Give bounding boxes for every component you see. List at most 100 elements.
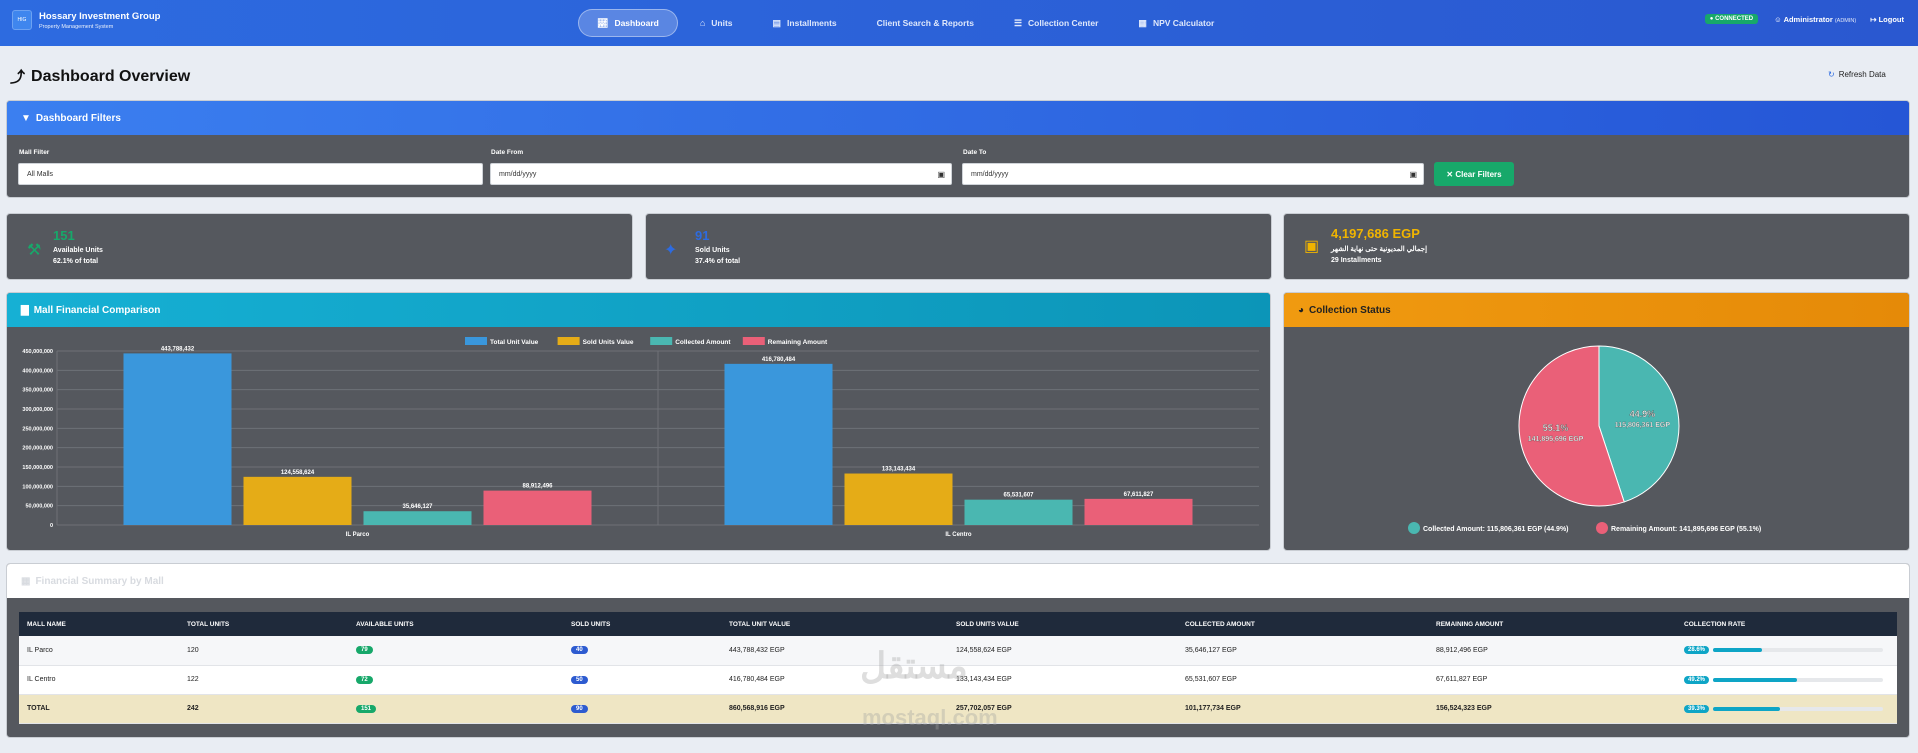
col-remaining-amount[interactable]: REMAINING AMOUNT	[1428, 612, 1676, 636]
date-from-placeholder: mm/dd/yyyy	[499, 170, 537, 178]
y-tick-label: 0	[50, 523, 53, 529]
col-available-units[interactable]: AVAILABLE UNITS	[348, 612, 563, 636]
date-from-input[interactable]: mm/dd/yyyy ▣	[490, 163, 952, 185]
slice-amount-label: 115,806,361 EGP	[1615, 422, 1671, 429]
rate-progress-fill	[1713, 648, 1762, 653]
tab-dashboard[interactable]: 📈︎ Dashboard	[578, 9, 678, 37]
sold-badge: 40	[571, 646, 588, 655]
connection-status-text: CONNECTED	[1715, 16, 1754, 22]
table-icon: ▦	[21, 575, 31, 587]
legend-label: Remaining Amount	[768, 339, 828, 346]
legend-swatch	[1408, 522, 1420, 534]
logout-button[interactable]: ↦ Logout	[1870, 15, 1904, 24]
collection-rate-cell: 28.6%	[1676, 636, 1897, 666]
bar	[724, 363, 833, 525]
table-header-row: MALL NAME TOTAL UNITS AVAILABLE UNITS SO…	[19, 612, 1897, 636]
bar	[123, 353, 232, 525]
tab-label: NPV Calculator	[1152, 18, 1215, 28]
legend-swatch	[650, 337, 673, 345]
available-units-cell: 79	[348, 636, 563, 666]
sold-units-value-cell: 124,558,624 EGP	[948, 636, 1177, 666]
col-sold-units-value[interactable]: SOLD UNITS VALUE	[948, 612, 1177, 636]
bar	[964, 499, 1073, 525]
brand[interactable]: HIG Hossary Investment Group Property Ma…	[12, 10, 160, 30]
tab-units[interactable]: ⌂ Units	[682, 9, 751, 37]
top-navbar: HIG Hossary Investment Group Property Ma…	[0, 0, 1918, 46]
tab-installments[interactable]: ▤ Installments	[755, 9, 855, 37]
stat-label: Available Units	[53, 247, 103, 254]
user-icon: ☺	[1774, 14, 1784, 24]
stat-label: Sold Units	[695, 247, 730, 254]
mall-comparison-header: ▇ Mall Financial Comparison	[7, 293, 1270, 327]
collected-amount-cell: 65,531,607 EGP	[1177, 665, 1428, 695]
refresh-data-button[interactable]: ↻ Refresh Data	[1828, 70, 1886, 79]
y-tick-label: 200,000,000	[22, 446, 53, 452]
user-role: (ADMIN)	[1834, 17, 1857, 24]
stat-label: إجمالي المديونية حتى نهاية الشهر	[1331, 246, 1428, 253]
y-tick-label: 100,000,000	[22, 484, 53, 490]
tab-label: Collection Center	[1028, 18, 1099, 28]
bar-data-label: 124,558,624	[281, 470, 315, 476]
sold-units-value-cell: 133,143,434 EGP	[948, 665, 1177, 695]
legend-item: Remaining Amount	[742, 337, 828, 346]
mall-filter-select[interactable]: All Malls	[18, 163, 483, 185]
mall-filter-label: Mall Filter	[19, 149, 50, 156]
legend-label: Remaining Amount: 141,895,696 EGP (55.1%…	[1611, 526, 1761, 533]
home-icon: ⌂	[699, 18, 706, 28]
mall-filter-value: All Malls	[27, 170, 54, 178]
brand-subtitle: Property Management System	[39, 23, 114, 30]
refresh-label: Refresh Data	[1838, 70, 1886, 79]
tab-npv-calculator[interactable]: ▦ NPV Calculator	[1120, 9, 1232, 37]
refresh-icon: ↻	[1828, 70, 1835, 79]
calendar-icon[interactable]: ▣	[1409, 170, 1417, 179]
col-sold-units[interactable]: SOLD UNITS	[563, 612, 721, 636]
x-tick-label: IL Centro	[945, 532, 972, 538]
col-collected-amount[interactable]: COLLECTED AMOUNT	[1177, 612, 1428, 636]
bar-data-label: 65,531,607	[1003, 493, 1034, 499]
col-total-unit-value[interactable]: TOTAL UNIT VALUE	[721, 612, 948, 636]
nav-tabs: 📈︎ Dashboard ⌂ Units ▤ Installments Client …	[578, 9, 1236, 37]
legend-label: Collected Amount: 115,806,361 EGP (44.9%…	[1423, 526, 1569, 533]
collected-amount-cell: 101,177,734 EGP	[1177, 694, 1428, 724]
bar	[844, 473, 953, 525]
legend-item: Sold Units Value	[557, 337, 634, 346]
x-tick-label: IL Parco	[346, 532, 370, 538]
calendar-icon[interactable]: ▣	[937, 170, 945, 179]
financial-summary-title: Financial Summary by Mall	[35, 575, 164, 587]
col-total-units[interactable]: TOTAL UNITS	[179, 612, 348, 636]
col-collection-rate[interactable]: COLLECTION RATE	[1676, 612, 1897, 636]
financial-summary-header: ▦ Financial Summary by Mall	[7, 564, 1909, 598]
remaining-amount-cell: 88,912,496 EGP	[1428, 636, 1676, 666]
bar-data-label: 67,611,827	[1124, 492, 1154, 498]
total-units-cell: 120	[179, 636, 348, 666]
filters-header: ▼ Dashboard Filters	[7, 101, 1909, 135]
legend-item: Total Unit Value	[465, 337, 539, 346]
clear-filters-button[interactable]: ✕ Clear Filters	[1434, 162, 1514, 186]
tab-collection-center[interactable]: ☰ Collection Center	[996, 9, 1116, 37]
mall-name-cell: TOTAL	[19, 694, 179, 724]
tab-label: Client Search & Reports	[876, 18, 974, 28]
logout-icon: ↦	[1870, 14, 1879, 24]
total-units-cell: 242	[179, 694, 348, 724]
user-name: Administrator	[1783, 14, 1833, 24]
bar-data-label: 88,912,496	[522, 484, 553, 490]
legend-swatch	[742, 337, 765, 345]
sold-units-cell: 40	[563, 636, 721, 666]
col-mall-name[interactable]: MALL NAME	[19, 612, 179, 636]
rate-badge: 28.6%	[1684, 646, 1710, 655]
legend-swatch	[1596, 522, 1608, 534]
stat-card-debt: ▣ 4,197,686 EGP إجمالي المديونية حتى نها…	[1283, 213, 1910, 280]
tab-client-search[interactable]: Client Search & Reports	[859, 9, 992, 37]
remaining-amount-cell: 67,611,827 EGP	[1428, 665, 1676, 695]
date-to-input[interactable]: mm/dd/yyyy ▣	[962, 163, 1424, 185]
stat-value: 91	[695, 228, 710, 243]
rate-progress-fill	[1713, 706, 1780, 711]
key-icon: ⚒	[27, 242, 42, 259]
user-menu[interactable]: ☺ Administrator (ADMIN)	[1774, 15, 1856, 24]
collection-status-title: Collection Status	[1309, 304, 1391, 316]
list-icon: ☰	[1013, 17, 1023, 28]
mall-name-cell: IL Parco	[19, 636, 179, 666]
mall-comparison-title: Mall Financial Comparison	[33, 304, 161, 316]
card-icon: ▤	[772, 17, 782, 28]
legend-item: Remaining Amount: 141,895,696 EGP (55.1%…	[1596, 522, 1761, 534]
